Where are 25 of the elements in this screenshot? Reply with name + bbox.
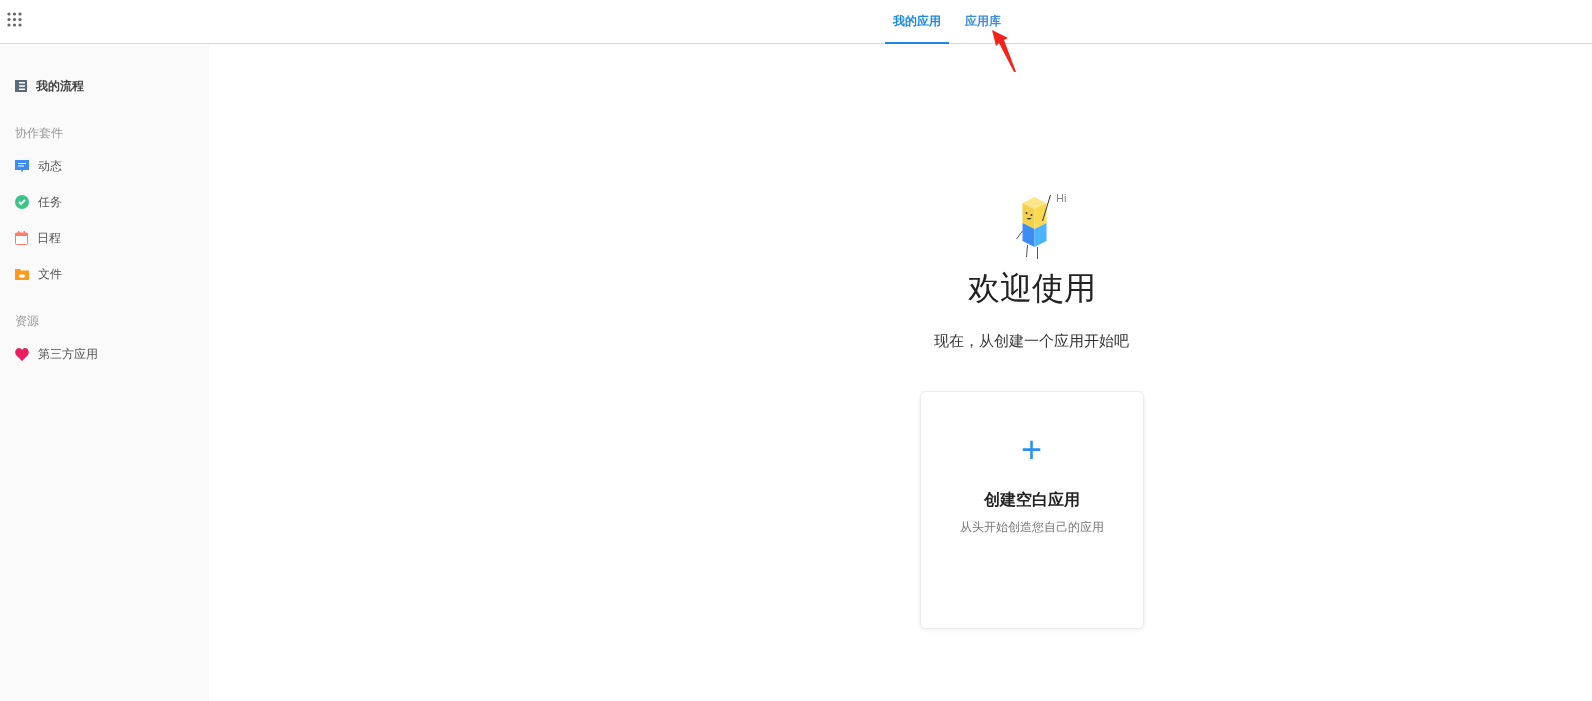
- create-blank-app-card[interactable]: + 创建空白应用 从头开始创造您自己的应用: [919, 390, 1144, 629]
- list-icon: [15, 80, 27, 92]
- section-heading: 资源: [15, 313, 40, 330]
- app-grid-icon[interactable]: [7, 12, 22, 27]
- card-description: 从头开始创造您自己的应用: [959, 518, 1104, 536]
- card-title: 创建空白应用: [983, 489, 1080, 510]
- greeting-text: Hi: [1056, 191, 1067, 206]
- sidebar-item[interactable]: 文件: [15, 256, 194, 292]
- sidebar-item[interactable]: 日程: [15, 220, 194, 256]
- plus-icon: +: [1021, 429, 1042, 470]
- sidebar-item[interactable]: 任务: [15, 184, 194, 220]
- section-heading: 协作套件: [15, 125, 64, 142]
- chat-icon: [15, 159, 29, 173]
- cloud-folder-icon: [15, 268, 29, 280]
- welcome-subtitle: 现在，从创建一个应用开始吧: [934, 331, 1129, 351]
- mascot-drawing: [1016, 194, 1053, 260]
- welcome-title: 欢迎使用: [967, 269, 1096, 308]
- heart-icon: [15, 347, 29, 361]
- sidebar-item[interactable]: 动态: [15, 148, 194, 184]
- tab[interactable]: 我的应用: [885, 0, 949, 44]
- calendar-icon: [15, 231, 28, 245]
- check-circle-icon: [15, 195, 29, 209]
- sidebar-item[interactable]: 我的流程: [15, 68, 194, 104]
- tab[interactable]: 应用库: [957, 0, 1009, 44]
- sidebar-item[interactable]: 第三方应用: [15, 336, 194, 372]
